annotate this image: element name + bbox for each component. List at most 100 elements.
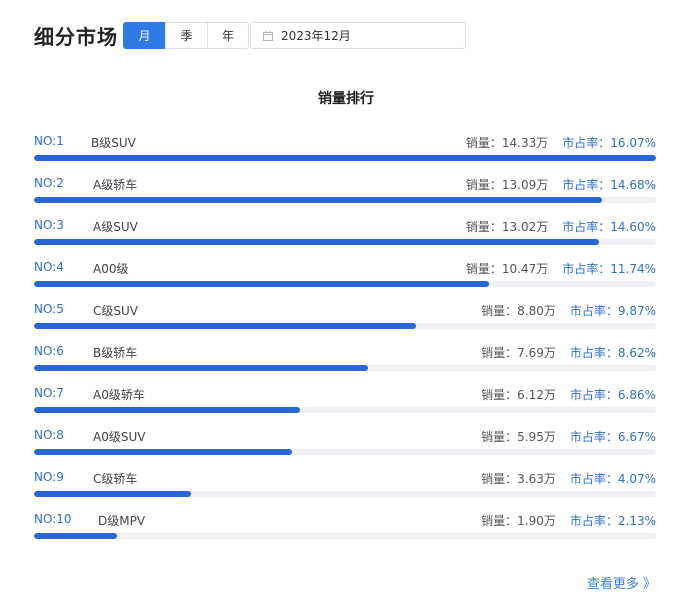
share-label: 市占率： bbox=[569, 346, 618, 360]
sales-value: 10.47万 bbox=[501, 262, 549, 276]
progress-fill bbox=[34, 491, 192, 497]
share-value: 4.07% bbox=[617, 472, 656, 486]
rank-row: NO:2 A级轿车 销量：13.09万 市占率：14.68% bbox=[34, 170, 656, 212]
progress-fill bbox=[34, 155, 656, 161]
rank-stats: 销量：7.69万 市占率：8.62% bbox=[481, 344, 656, 361]
tab-quarter[interactable]: 季 bbox=[165, 22, 208, 49]
sales-label: 销量： bbox=[465, 136, 502, 150]
progress-track bbox=[34, 281, 656, 287]
share-label: 市占率： bbox=[562, 262, 611, 276]
rank-stats: 销量：13.02万 市占率：14.60% bbox=[466, 218, 656, 235]
segment-name: B级SUV bbox=[91, 136, 136, 150]
page-title: 细分市场 bbox=[34, 24, 118, 49]
rank-list: NO:1 B级SUV 销量：14.33万 市占率：16.07% NO:2 A级轿车 销量：1… bbox=[34, 128, 656, 548]
rank-number: NO:3 bbox=[34, 218, 64, 232]
share-label: 市占率： bbox=[569, 430, 618, 444]
rank-number: NO:8 bbox=[34, 428, 64, 442]
progress-track bbox=[34, 239, 656, 245]
share-label: 市占率： bbox=[569, 388, 618, 402]
sales-value: 1.90万 bbox=[517, 514, 556, 528]
sales-value: 3.63万 bbox=[517, 472, 556, 486]
share-label: 市占率： bbox=[569, 472, 618, 486]
progress-track bbox=[34, 365, 656, 371]
sales-label: 销量： bbox=[481, 430, 518, 444]
rank-stats: 销量：6.12万 市占率：6.86% bbox=[481, 386, 656, 403]
progress-fill bbox=[34, 365, 368, 371]
calendar-icon bbox=[263, 30, 273, 41]
segment-name: A0级SUV bbox=[93, 430, 146, 444]
rank-row: NO:1 B级SUV 销量：14.33万 市占率：16.07% bbox=[34, 128, 656, 170]
rank-row: NO:7 A0级轿车 销量：6.12万 市占率：6.86% bbox=[34, 380, 656, 422]
progress-track bbox=[34, 407, 656, 413]
date-picker-value: 2023年12月 bbox=[281, 29, 351, 43]
sales-value: 14.33万 bbox=[501, 136, 549, 150]
share-value: 14.60% bbox=[610, 220, 656, 234]
rank-row: NO:10 D级MPV 销量：1.90万 市占率：2.13% bbox=[34, 506, 656, 548]
section-title: 销量排行 bbox=[318, 91, 374, 107]
sales-label: 销量： bbox=[481, 388, 518, 402]
rank-stats: 销量：8.80万 市占率：9.87% bbox=[481, 302, 656, 319]
progress-fill bbox=[34, 323, 416, 329]
rank-number: NO:1 bbox=[34, 134, 64, 148]
segment-name: A0级轿车 bbox=[93, 388, 145, 402]
sales-value: 13.02万 bbox=[501, 220, 549, 234]
progress-track bbox=[34, 155, 656, 161]
sales-label: 销量： bbox=[481, 472, 518, 486]
tab-month[interactable]: 月 bbox=[123, 22, 166, 49]
tab-year[interactable]: 年 bbox=[207, 22, 249, 49]
progress-track bbox=[34, 197, 656, 203]
share-value: 6.67% bbox=[617, 430, 656, 444]
progress-fill bbox=[34, 281, 489, 287]
share-label: 市占率： bbox=[569, 514, 618, 528]
rank-row: NO:5 C级SUV 销量：8.80万 市占率：9.87% bbox=[34, 296, 656, 338]
share-label: 市占率： bbox=[562, 136, 611, 150]
share-value: 9.87% bbox=[617, 304, 656, 318]
share-value: 6.86% bbox=[617, 388, 656, 402]
sales-value: 6.12万 bbox=[517, 388, 556, 402]
share-value: 11.74% bbox=[610, 262, 656, 276]
progress-track bbox=[34, 449, 656, 455]
sales-value: 5.95万 bbox=[517, 430, 556, 444]
segment-name: C级SUV bbox=[93, 304, 138, 318]
rank-number: NO:6 bbox=[34, 344, 64, 358]
sales-label: 销量： bbox=[465, 178, 502, 192]
share-value: 14.68% bbox=[610, 178, 656, 192]
rank-stats: 销量：10.47万 市占率：11.74% bbox=[466, 260, 656, 277]
progress-track bbox=[34, 533, 656, 539]
rank-number: NO:2 bbox=[34, 176, 64, 190]
view-more-link[interactable]: 查看更多 》 bbox=[587, 573, 656, 592]
date-picker[interactable]: 2023年12月 bbox=[250, 22, 466, 49]
rank-row: NO:8 A0级SUV 销量：5.95万 市占率：6.67% bbox=[34, 422, 656, 464]
segment-name: A00级 bbox=[93, 262, 129, 276]
share-label: 市占率： bbox=[562, 220, 611, 234]
progress-fill bbox=[34, 407, 300, 413]
segment-name: A级SUV bbox=[93, 220, 138, 234]
rank-stats: 销量：13.09万 市占率：14.68% bbox=[466, 176, 656, 193]
share-label: 市占率： bbox=[562, 178, 611, 192]
rank-stats: 销量：14.33万 市占率：16.07% bbox=[466, 134, 656, 151]
sales-label: 销量： bbox=[465, 220, 502, 234]
sales-label: 销量： bbox=[481, 304, 518, 318]
rank-number: NO:5 bbox=[34, 302, 64, 316]
segment-name: A级轿车 bbox=[93, 178, 138, 192]
rank-stats: 销量：1.90万 市占率：2.13% bbox=[481, 512, 656, 529]
sales-label: 销量： bbox=[465, 262, 502, 276]
progress-track bbox=[34, 491, 656, 497]
sales-value: 7.69万 bbox=[517, 346, 556, 360]
rank-row: NO:6 B级轿车 销量：7.69万 市占率：8.62% bbox=[34, 338, 656, 380]
sales-label: 销量： bbox=[481, 346, 518, 360]
rank-row: NO:4 A00级 销量：10.47万 市占率：11.74% bbox=[34, 254, 656, 296]
progress-fill bbox=[34, 449, 293, 455]
rank-stats: 销量：3.63万 市占率：4.07% bbox=[481, 470, 656, 487]
share-value: 2.13% bbox=[617, 514, 656, 528]
sales-label: 销量： bbox=[481, 514, 518, 528]
rank-number: NO:9 bbox=[34, 470, 64, 484]
header: 细分市场 bbox=[34, 21, 118, 49]
share-value: 8.62% bbox=[617, 346, 656, 360]
share-label: 市占率： bbox=[569, 304, 618, 318]
progress-fill bbox=[34, 239, 600, 245]
progress-fill bbox=[34, 533, 117, 539]
segment-name: C级轿车 bbox=[93, 472, 138, 486]
rank-row: NO:9 C级轿车 销量：3.63万 市占率：4.07% bbox=[34, 464, 656, 506]
rank-stats: 销量：5.95万 市占率：6.67% bbox=[481, 428, 656, 445]
